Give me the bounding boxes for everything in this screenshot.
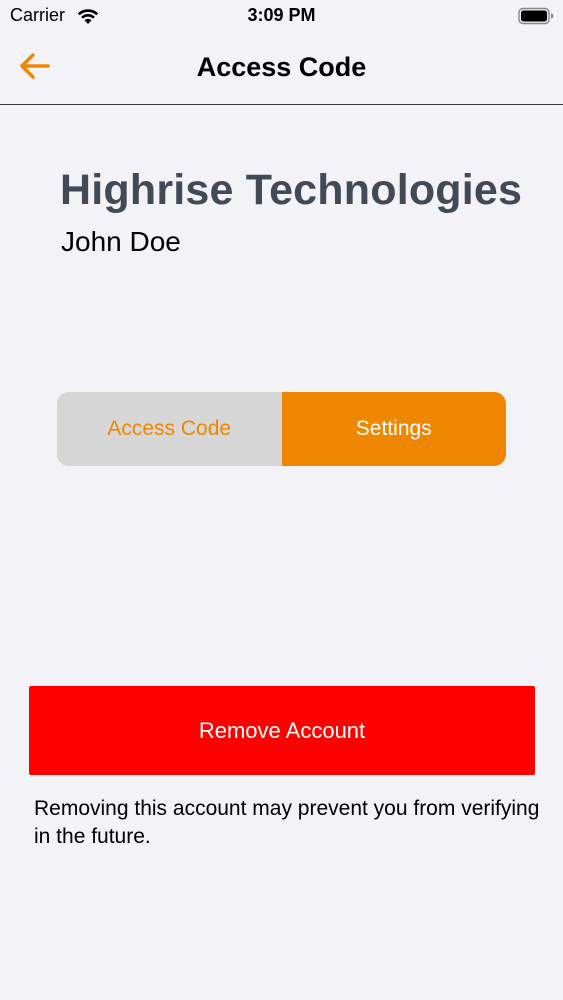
status-time: 3:09 PM	[247, 5, 316, 25]
status-bar: Carrier 3:09 PM	[0, 0, 563, 32]
page-title: Access Code	[196, 52, 367, 82]
company-name: Highrise Technologies	[60, 166, 523, 214]
remove-warning-text: Removing this account may prevent you fr…	[34, 797, 540, 848]
user-name: John Doe	[61, 226, 181, 257]
segmented-control: Access Code Settings	[57, 392, 506, 466]
tab-access-code[interactable]: Access Code	[57, 392, 282, 466]
navigation-bar: Access Code	[0, 32, 563, 105]
tab-settings[interactable]: Settings	[281, 392, 506, 466]
battery-icon	[518, 7, 554, 25]
remove-account-button[interactable]: Remove Account	[29, 686, 535, 775]
